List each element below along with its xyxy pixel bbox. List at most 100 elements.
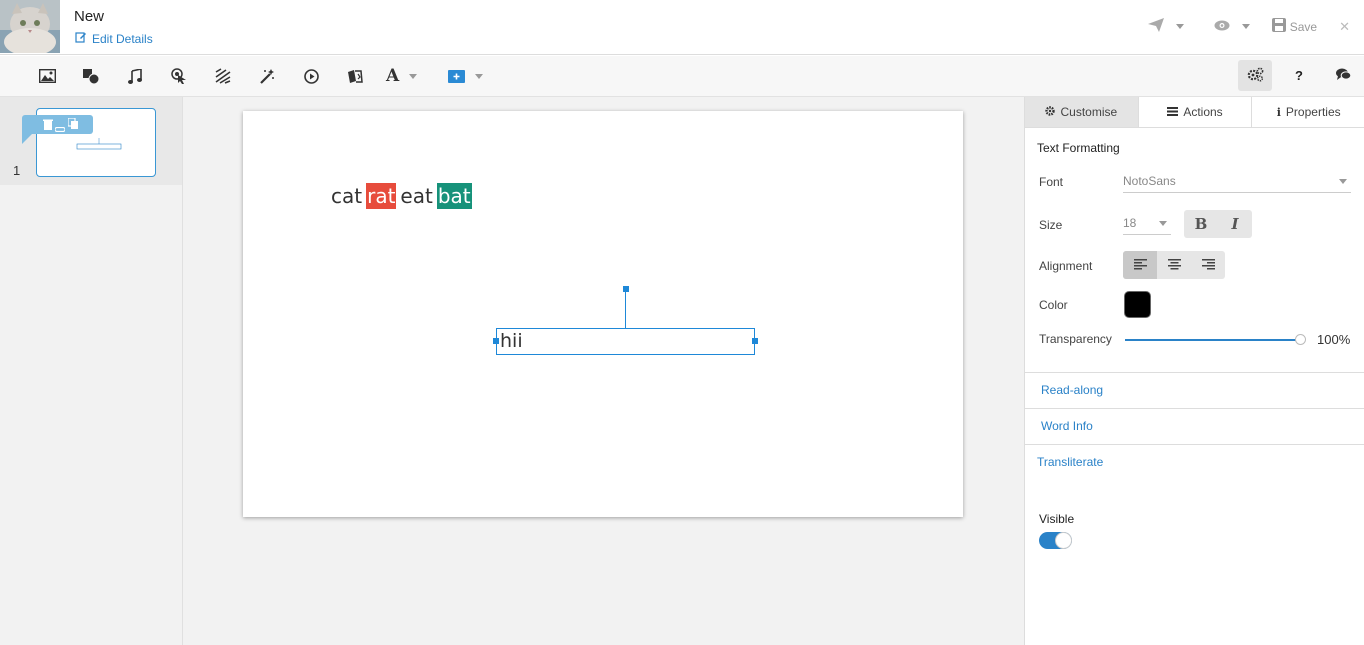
project-thumbnail[interactable] <box>0 0 60 53</box>
tab-properties-label: Properties <box>1285 105 1341 119</box>
edit-details-link[interactable]: Edit Details <box>75 31 153 46</box>
font-value: NotoSans <box>1123 174 1176 188</box>
eye-icon <box>1214 20 1230 34</box>
magic-wand-icon <box>259 68 275 84</box>
rotate-handle[interactable] <box>623 286 629 292</box>
tab-actions[interactable]: Actions <box>1138 97 1253 127</box>
image-tool-button[interactable] <box>34 64 60 88</box>
word-bat[interactable]: bat <box>436 183 472 209</box>
resize-handle-right[interactable] <box>752 338 758 344</box>
align-right-button[interactable] <box>1191 251 1225 279</box>
word-eat[interactable]: eat <box>399 183 433 209</box>
word-sentence[interactable]: cat rat eat bat <box>330 183 472 209</box>
word-info-link[interactable]: Word Info <box>1041 419 1093 433</box>
slide-canvas[interactable]: cat rat eat bat hii <box>243 111 963 517</box>
read-along-link[interactable]: Read-along <box>1041 383 1103 397</box>
cards-icon <box>347 69 364 84</box>
align-right-icon <box>1201 256 1215 274</box>
tab-customise[interactable]: Customise <box>1025 97 1139 127</box>
resize-handle-left[interactable] <box>493 338 499 344</box>
canvas-area: cat rat eat bat hii <box>183 97 1024 645</box>
add-box-tool-button[interactable] <box>448 64 492 88</box>
audio-tool-button[interactable] <box>122 64 148 88</box>
close-button[interactable]: ✕ <box>1339 19 1350 35</box>
word-rat[interactable]: rat <box>366 183 397 209</box>
size-select[interactable]: 18 <box>1123 211 1171 235</box>
help-icon: ? <box>1295 68 1303 83</box>
tab-actions-label: Actions <box>1183 105 1223 119</box>
comments-button[interactable] <box>1326 60 1360 91</box>
panel-tabs: Customise Actions i Properties <box>1025 97 1364 128</box>
play-icon <box>303 68 319 84</box>
tab-properties[interactable]: i Properties <box>1252 97 1364 127</box>
transparency-value: 100% <box>1317 332 1351 347</box>
copy-icon[interactable] <box>67 117 79 133</box>
link-icon[interactable] <box>54 121 66 135</box>
chevron-down-icon <box>409 73 418 79</box>
chevron-down-icon <box>1159 221 1167 226</box>
alignment-buttons <box>1123 251 1225 279</box>
color-picker[interactable] <box>1124 291 1151 318</box>
header: New Edit Details Save ✕ <box>0 0 1364 55</box>
scribble-tool-button[interactable] <box>210 64 236 88</box>
chevron-down-icon <box>1339 179 1347 184</box>
close-icon: ✕ <box>1339 18 1350 34</box>
trash-icon[interactable] <box>43 119 53 133</box>
word-cat[interactable]: cat <box>330 183 363 209</box>
chevron-down-icon <box>1175 24 1184 29</box>
transparency-label: Transparency <box>1039 332 1112 346</box>
edit-details-label: Edit Details <box>92 31 153 46</box>
chevron-down-icon <box>475 73 483 79</box>
shapes-icon <box>83 68 99 84</box>
font-label: Font <box>1039 175 1064 189</box>
transparency-slider-handle[interactable] <box>1295 334 1306 345</box>
help-button[interactable]: ? <box>1282 60 1316 91</box>
chevron-down-icon <box>1241 24 1250 29</box>
alignment-label: Alignment <box>1039 259 1093 273</box>
info-icon: i <box>1276 105 1281 119</box>
properties-panel: Customise Actions i Properties Text Form… <box>1024 97 1364 645</box>
size-label: Size <box>1039 218 1063 232</box>
divider <box>1025 408 1364 409</box>
cards-tool-button[interactable] <box>342 64 368 88</box>
transliterate-link[interactable]: Transliterate <box>1037 455 1103 469</box>
visible-toggle[interactable] <box>1039 532 1072 549</box>
preview-button[interactable] <box>1214 20 1250 34</box>
italic-button[interactable]: I <box>1218 210 1252 238</box>
transparency-slider[interactable] <box>1125 339 1301 341</box>
color-label: Color <box>1039 298 1068 312</box>
divider <box>1025 444 1364 445</box>
save-button[interactable]: Save <box>1271 18 1318 35</box>
scribble-icon <box>215 68 231 84</box>
font-select[interactable]: NotoSans <box>1123 169 1351 193</box>
comments-icon <box>1335 68 1351 84</box>
slide-item[interactable]: 1 <box>0 97 182 185</box>
selected-textbox[interactable]: hii <box>493 328 758 355</box>
publish-button[interactable] <box>1147 18 1184 35</box>
align-center-button[interactable] <box>1157 251 1191 279</box>
text-icon: A <box>386 66 400 86</box>
floppy-icon <box>1271 18 1286 35</box>
section-title: Text Formatting <box>1037 141 1120 155</box>
textbox-text[interactable]: hii <box>500 330 523 352</box>
gears-icon <box>1247 67 1264 85</box>
text-tool-button[interactable]: A <box>386 64 430 88</box>
magic-tool-button[interactable] <box>254 64 280 88</box>
header-actions: Save ✕ <box>1147 18 1350 35</box>
bold-button[interactable]: B <box>1184 210 1218 238</box>
image-icon <box>38 69 56 83</box>
settings-button[interactable] <box>1238 60 1272 91</box>
slide-actions-tail <box>22 130 36 144</box>
gear-icon <box>1045 105 1056 119</box>
size-value: 18 <box>1123 216 1137 230</box>
animation-tool-button[interactable] <box>298 64 324 88</box>
add-box-icon <box>448 69 465 83</box>
edit-icon <box>75 31 87 46</box>
hotspot-tool-button[interactable] <box>166 64 192 88</box>
align-left-button[interactable] <box>1123 251 1157 279</box>
toggle-knob <box>1055 532 1072 549</box>
shapes-tool-button[interactable] <box>78 64 104 88</box>
list-icon <box>1167 105 1179 119</box>
save-label: Save <box>1289 19 1318 34</box>
visible-label: Visible <box>1039 512 1075 526</box>
